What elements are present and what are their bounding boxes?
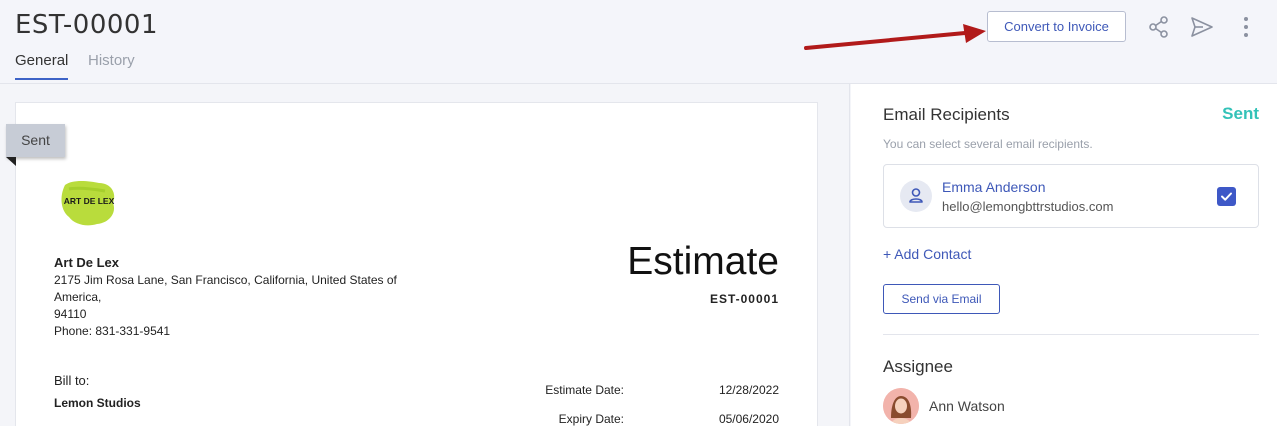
share-icon[interactable] <box>1146 14 1172 40</box>
divider <box>883 334 1259 335</box>
contact-card[interactable]: Emma Anderson hello@lemongbttrstudios.co… <box>883 164 1259 228</box>
company-name: Art De Lex <box>54 255 120 270</box>
estimate-date-value: 12/28/2022 <box>718 383 779 397</box>
company-address: 2175 Jim Rosa Lane, San Francisco, Calif… <box>54 272 414 340</box>
assignee-title: Assignee <box>883 357 953 376</box>
address-line: 2175 Jim Rosa Lane, San Francisco, Calif… <box>54 273 397 304</box>
logo-text: ART DE LEX <box>64 196 115 206</box>
contact-name[interactable]: Emma Anderson <box>942 179 1046 195</box>
email-recipients-title: Email Recipients <box>883 105 1010 124</box>
avatar <box>883 388 919 424</box>
send-via-email-button[interactable]: Send via Email <box>883 284 1000 314</box>
assignee-name: Ann Watson <box>929 398 1005 414</box>
page-header: EST-00001 General History Convert to Inv… <box>0 0 1277 84</box>
recipients-hint: You can select several email recipients. <box>883 137 1093 151</box>
contact-email: hello@lemongbttrstudios.com <box>942 199 1114 214</box>
estimate-date-label: Estimate Date: <box>545 383 624 397</box>
side-panel: Email Recipients Sent You can select sev… <box>851 84 1277 426</box>
document-number: EST-00001 <box>709 292 779 306</box>
expiry-date-value: 05/06/2020 <box>718 412 779 426</box>
page-title: EST-00001 <box>15 10 159 40</box>
user-icon <box>900 180 932 212</box>
expiry-date-label: Expiry Date: <box>558 412 624 426</box>
address-zip: 94110 <box>54 307 87 321</box>
bill-to-name: Lemon Studios <box>54 396 141 410</box>
add-contact-link[interactable]: + Add Contact <box>883 246 971 262</box>
contact-checkbox[interactable] <box>1217 187 1236 206</box>
company-logo: ART DE LEX <box>61 181 115 226</box>
bill-to-label: Bill to: <box>54 373 90 388</box>
status-ribbon: Sent <box>6 124 65 157</box>
status-badge: Sent <box>1222 104 1259 123</box>
checkmark-icon <box>1221 192 1232 201</box>
convert-to-invoice-button[interactable]: Convert to Invoice <box>987 11 1126 42</box>
tab-general[interactable]: General <box>15 52 69 80</box>
more-vertical-icon[interactable] <box>1234 14 1260 40</box>
annotation-arrow <box>804 24 986 50</box>
tab-history[interactable]: History <box>88 52 135 78</box>
ribbon-fold <box>6 157 16 166</box>
document-heading: Estimate <box>627 240 779 283</box>
send-icon[interactable] <box>1189 14 1215 40</box>
company-phone: Phone: 831-331-9541 <box>54 324 171 338</box>
